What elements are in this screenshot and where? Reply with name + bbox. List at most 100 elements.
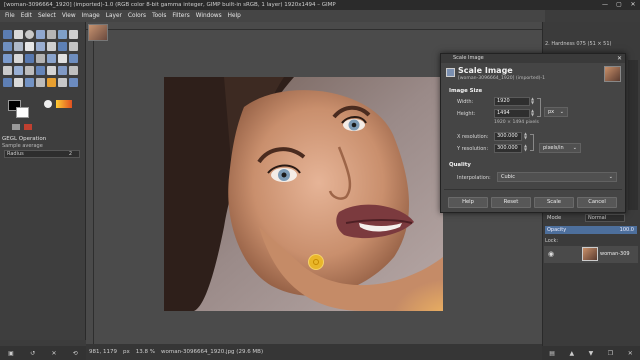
reset-button[interactable]: Reset [491,197,531,208]
zoom-icon[interactable] [58,66,67,75]
cancel-button[interactable]: Cancel [577,197,617,208]
airbrush-icon[interactable] [58,54,67,63]
layer-name[interactable]: woman-309 [600,251,630,257]
resolution-unit-value: pixels/in [543,145,564,151]
clone-icon[interactable] [3,66,12,75]
paintbrush-icon[interactable] [36,54,45,63]
gradient-icon[interactable] [14,54,23,63]
radius-field[interactable]: Radius 2 [4,150,80,158]
horizontal-ruler[interactable] [86,22,542,30]
unified-transform-icon[interactable] [69,78,78,87]
width-spinner-icon[interactable]: ▲ ▼ [531,97,534,105]
menu-select[interactable]: Select [35,10,59,22]
yres-input[interactable]: 300.000 [494,144,522,153]
window-title: [woman-3096664_1920] (imported)-1.0 (RGB… [0,0,640,10]
save-options-icon[interactable]: ▣ [8,350,14,357]
scale-image-icon [446,68,455,77]
maximize-button[interactable]: ▢ [612,0,626,10]
menu-help[interactable]: Help [225,10,244,22]
menu-image[interactable]: Image [79,10,103,22]
menu-windows[interactable]: Windows [193,10,225,22]
rect-select-icon[interactable] [14,30,23,39]
image-preview-icon[interactable] [12,124,20,130]
text-icon[interactable] [25,42,34,51]
image-tab-thumbnail[interactable] [88,24,108,41]
crop-icon[interactable] [69,30,78,39]
duplicate-layer-icon[interactable]: ❐ [608,350,613,357]
delete-options-icon[interactable]: ✕ [51,350,56,357]
lower-layer-icon[interactable]: ▼ [589,350,594,357]
cage-icon[interactable] [25,78,34,87]
move-tool-icon[interactable] [3,30,12,39]
free-select-icon[interactable] [36,30,45,39]
bucket-fill-icon[interactable] [3,54,12,63]
menu-tools[interactable]: Tools [149,10,169,22]
unit-select[interactable]: px [120,349,133,355]
dialog-close-icon[interactable]: ✕ [617,54,622,63]
visibility-eye-icon[interactable]: ◉ [548,250,554,258]
scissors-icon[interactable] [58,30,67,39]
scale-icon[interactable] [36,42,45,51]
smudge-icon[interactable] [25,66,34,75]
height-spinner-icon[interactable]: ▲ ▼ [531,109,534,117]
rotate-icon[interactable] [14,42,23,51]
chain-link-icon[interactable] [537,98,541,117]
zoom-select[interactable]: 13.8 % [133,349,158,355]
width-input[interactable]: 1920 [494,97,530,106]
dock-scrollbar[interactable] [628,60,638,210]
gradient-preview[interactable] [56,100,72,108]
shear-icon[interactable] [47,42,56,51]
warp-icon[interactable] [14,78,23,87]
menu-view[interactable]: View [59,10,79,22]
height-input[interactable]: 1494 [494,109,530,118]
dodge-icon[interactable] [36,66,45,75]
layer-thumbnail[interactable] [582,247,598,261]
measure-icon[interactable] [47,66,56,75]
xres-input[interactable]: 300.000 [494,132,522,141]
pencil-icon[interactable] [25,54,34,63]
brush-preview-icon[interactable] [44,100,52,108]
align-icon[interactable] [36,78,45,87]
transform-icon[interactable] [3,42,12,51]
close-button[interactable]: ✕ [626,0,640,10]
reset-options-icon[interactable]: ⟲ [73,350,78,357]
size-unit-select[interactable]: px ⌄ [544,107,568,117]
mode-select[interactable]: Normal [585,214,625,222]
restore-options-icon[interactable]: ↺ [30,350,35,357]
fg-bg-colors[interactable] [8,100,32,120]
raise-layer-icon[interactable]: ▲ [569,350,574,357]
dialog-titlebar[interactable]: Scale Image [441,54,625,63]
background-color-swatch[interactable] [16,107,29,118]
gegl-operation-name[interactable]: Sample average [2,143,43,149]
new-layer-icon[interactable]: ▤ [549,350,555,357]
minimize-button[interactable]: — [598,0,612,10]
vertical-ruler[interactable] [86,30,94,344]
xres-spinner-icon[interactable]: ▲ ▼ [524,132,527,140]
foreground-select-icon[interactable] [58,78,67,87]
delete-layer-icon[interactable]: ✕ [628,350,633,357]
resolution-unit-select[interactable]: pixels/in ⌄ [539,143,581,153]
portrait-image[interactable] [164,77,443,311]
menu-colors[interactable]: Colors [125,10,149,22]
gegl-icon[interactable] [47,78,56,87]
interpolation-select[interactable]: Cubic ⌄ [497,172,617,182]
menu-layer[interactable]: Layer [103,10,125,22]
eraser-icon[interactable] [47,54,56,63]
yres-spinner-icon[interactable]: ▲ ▼ [524,144,527,152]
opacity-slider[interactable]: Opacity 100.0 [545,226,637,234]
color-picker-icon[interactable] [69,66,78,75]
paths-icon[interactable] [3,78,12,87]
resolution-chain-icon[interactable] [530,134,534,151]
ink-icon[interactable] [69,54,78,63]
flip-icon[interactable] [58,42,67,51]
help-button[interactable]: Help [448,197,488,208]
perspective-icon[interactable] [69,42,78,51]
fuzzy-select-icon[interactable] [47,30,56,39]
pattern-preview-icon[interactable] [24,124,32,130]
scale-button[interactable]: Scale [534,197,574,208]
menu-file[interactable]: File [2,10,18,22]
menu-edit[interactable]: Edit [18,10,35,22]
ellipse-select-icon[interactable] [25,30,34,39]
heal-icon[interactable] [14,66,23,75]
menu-filters[interactable]: Filters [169,10,192,22]
